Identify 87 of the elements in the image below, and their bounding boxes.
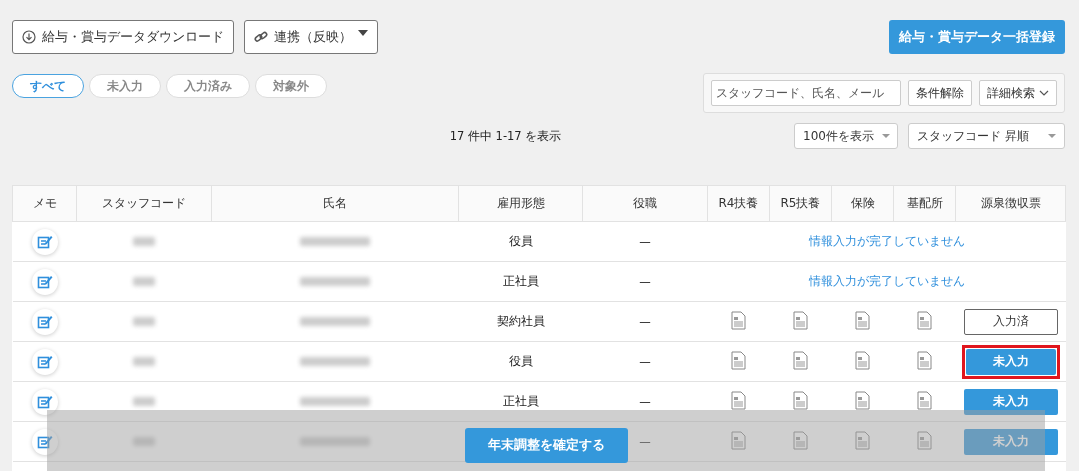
column-header: 保険 [831, 185, 894, 222]
redacted-name [300, 316, 370, 326]
withholding-status-button[interactable]: 未入力 [965, 348, 1056, 375]
employment-type: 役員 [508, 234, 533, 248]
withholding-status-button[interactable]: 未入力 [963, 388, 1058, 415]
column-header: メモ [12, 185, 77, 222]
document-icon[interactable] [731, 310, 746, 330]
document-icon[interactable] [855, 390, 870, 410]
confirm-button[interactable]: 年末調整を確定する [464, 428, 628, 463]
employment-type: 正社員 [502, 274, 539, 288]
document-icon[interactable] [793, 430, 808, 450]
chevron-down-icon [1039, 90, 1049, 96]
document-icon[interactable] [855, 310, 870, 330]
document-icon[interactable] [731, 350, 746, 370]
document-icon[interactable] [731, 390, 746, 410]
link-dropdown-button[interactable]: 連携（反映） [244, 20, 378, 54]
redacted-code [133, 356, 155, 366]
link-icon [254, 30, 268, 44]
position-value: — [639, 274, 651, 289]
column-header: R5扶養 [769, 185, 832, 222]
withholding-status-button[interactable]: 未入力 [963, 428, 1058, 455]
column-header: 役職 [582, 185, 708, 222]
withholding-status-button[interactable]: 入力済 [963, 308, 1058, 335]
memo-button[interactable] [31, 268, 58, 295]
incomplete-message: 情報入力が完了していません [808, 274, 965, 288]
result-count: 17 件中 1-17 を表示 [448, 128, 563, 144]
employment-type: 契約社員 [496, 314, 545, 328]
caret-icon [881, 134, 890, 138]
document-icon[interactable] [793, 310, 808, 330]
redacted-code [133, 236, 155, 246]
document-icon[interactable] [855, 430, 870, 450]
bulk-register-button[interactable]: 給与・賞与データ一括登録 [889, 20, 1065, 54]
incomplete-message: 情報入力が完了していません [808, 234, 965, 248]
redacted-name [300, 236, 370, 246]
column-header: 氏名 [211, 185, 459, 222]
caret-icon [358, 30, 368, 36]
filter-tab[interactable]: 入力済み [166, 74, 250, 98]
column-header: スタッフコード [76, 185, 212, 222]
sort-select[interactable]: スタッフコード 昇順 [908, 123, 1065, 149]
memo-button[interactable] [31, 308, 58, 335]
employment-type: 役員 [508, 354, 533, 368]
column-header: R4扶養 [707, 185, 770, 222]
memo-edit-icon [36, 273, 53, 290]
page-size-select[interactable]: 100件を表示 [794, 123, 898, 149]
redacted-code [133, 276, 155, 286]
document-icon[interactable] [793, 390, 808, 410]
memo-edit-icon [36, 233, 53, 250]
caret-icon [1048, 134, 1056, 138]
memo-edit-icon [36, 433, 53, 450]
memo-edit-icon [36, 313, 53, 330]
memo-button[interactable] [31, 388, 58, 415]
memo-button[interactable] [31, 348, 58, 375]
column-header: 源泉徴収票 [955, 185, 1066, 222]
redacted-code [133, 436, 155, 446]
document-icon[interactable] [793, 350, 808, 370]
document-icon[interactable] [917, 430, 932, 450]
document-icon[interactable] [917, 310, 932, 330]
memo-button[interactable] [31, 428, 58, 455]
filter-tab[interactable]: 未入力 [89, 74, 161, 98]
redacted-name [300, 396, 370, 406]
memo-edit-icon [36, 353, 53, 370]
memo-edit-icon [36, 393, 53, 410]
position-value: — [639, 354, 651, 369]
document-icon[interactable] [917, 390, 932, 410]
position-value: — [639, 234, 651, 249]
filter-tab[interactable]: すべて [12, 74, 84, 98]
document-icon[interactable] [731, 430, 746, 450]
redacted-code [133, 396, 155, 406]
memo-button[interactable] [31, 228, 58, 255]
position-value: — [639, 434, 651, 449]
redacted-name [300, 436, 370, 446]
column-header: 基配所 [893, 185, 956, 222]
download-icon [22, 30, 36, 44]
redacted-name [300, 276, 370, 286]
employment-type: 正社員 [502, 394, 539, 408]
position-value: — [639, 314, 651, 329]
redacted-name [300, 356, 370, 366]
clear-conditions-button[interactable]: 条件解除 [908, 80, 972, 106]
column-header: 雇用形態 [458, 185, 583, 222]
download-button[interactable]: 給与・賞与データダウンロード [12, 20, 234, 54]
document-icon[interactable] [917, 350, 932, 370]
document-icon[interactable] [855, 350, 870, 370]
redacted-code [133, 316, 155, 326]
search-field[interactable]: スタッフコード、氏名、メール [711, 80, 901, 106]
advanced-search-button[interactable]: 詳細検索 [979, 80, 1057, 106]
position-value: — [639, 394, 651, 409]
filter-tab[interactable]: 対象外 [255, 74, 327, 98]
